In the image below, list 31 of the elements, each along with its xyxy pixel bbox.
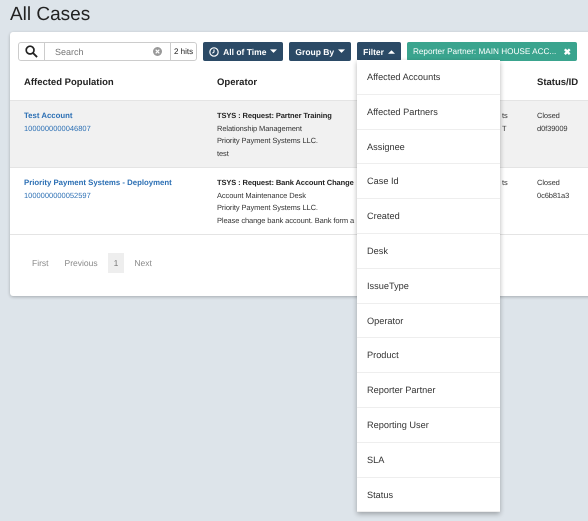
page-link[interactable]: First xyxy=(26,253,55,273)
filter-menu-item[interactable]: Reporter Partner xyxy=(357,373,500,408)
filter-menu-item[interactable]: Created xyxy=(357,199,500,234)
dropdown-button[interactable]: Group By xyxy=(289,42,352,61)
caret-icon xyxy=(388,49,395,54)
search-icon xyxy=(25,45,38,58)
page-link[interactable]: 1 xyxy=(108,253,124,273)
page-link[interactable]: Next xyxy=(128,253,158,273)
filter-menu-item[interactable]: Assignee xyxy=(357,130,500,164)
clear-icon[interactable] xyxy=(153,47,162,56)
filter-menu-item[interactable]: Affected Partners xyxy=(357,94,500,130)
dropdown-button[interactable]: Filter xyxy=(357,42,401,61)
column-header: Affected Population xyxy=(24,77,115,88)
page-link[interactable]: Previous xyxy=(58,253,104,273)
filter-menu-item[interactable]: Desk xyxy=(357,234,500,269)
filter-menu-item[interactable]: Status xyxy=(357,478,500,512)
caret-icon xyxy=(270,49,278,54)
filter-menu-item[interactable]: Affected Accounts xyxy=(357,60,500,95)
filter-menu-item[interactable]: Case Id xyxy=(357,164,500,200)
filter-menu-item[interactable]: Operator xyxy=(357,304,500,338)
clock-icon xyxy=(209,46,220,56)
hit-count: 2 hits xyxy=(170,43,196,60)
filter-menu-item[interactable]: Product xyxy=(357,338,500,374)
filter-menu-item[interactable]: SLA xyxy=(357,442,500,478)
search-field[interactable]: Search 2 hits xyxy=(18,42,198,61)
time-range-button[interactable]: All of Time xyxy=(203,42,284,61)
column-header: Status/ID xyxy=(537,77,580,88)
caret-icon xyxy=(338,49,346,54)
page-title: All Cases xyxy=(10,3,90,27)
filter-menu-item[interactable]: Reporting User xyxy=(357,408,500,443)
filter-menu-item[interactable]: IssueType xyxy=(357,268,500,304)
